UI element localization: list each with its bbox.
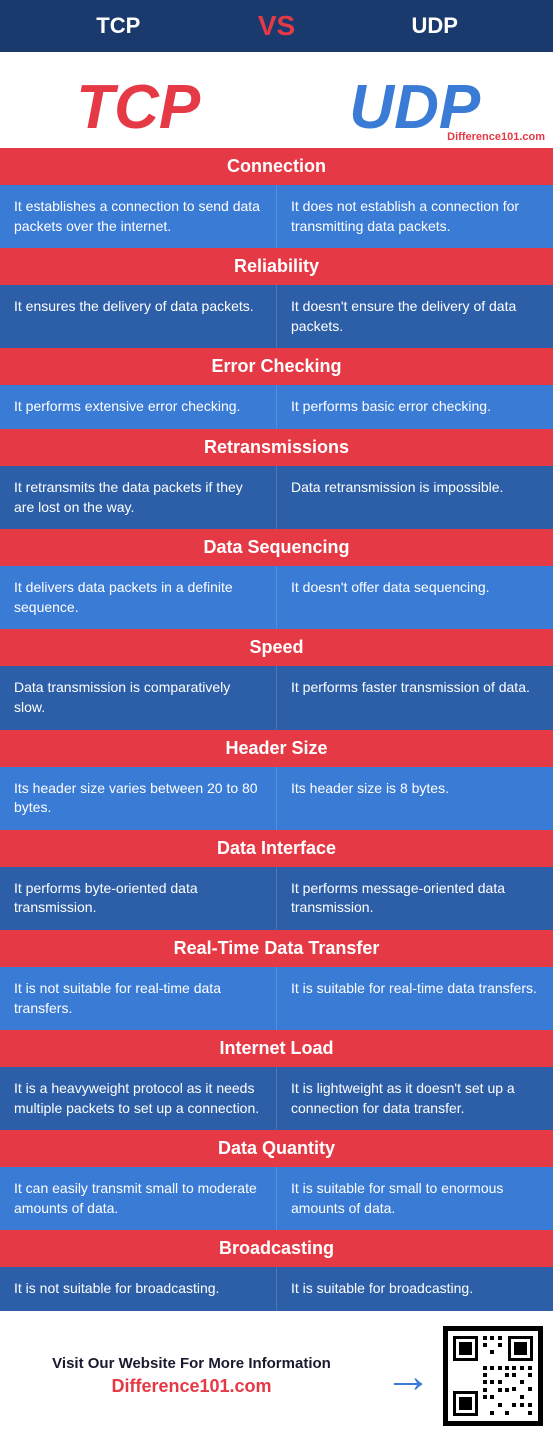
comparison-row-9: It is a heavyweight protocol as it needs… [0, 1067, 553, 1130]
category-header-1: Reliability [0, 248, 553, 285]
comparison-row-8: It is not suitable for real-time data tr… [0, 967, 553, 1030]
category-header-7: Data Interface [0, 830, 553, 867]
title-tcp: TCP [0, 72, 277, 143]
cell-udp-6: Its header size is 8 bytes. [277, 767, 553, 830]
title-section: TCP UDP Difference101.com [0, 52, 553, 148]
category-header-8: Real-Time Data Transfer [0, 930, 553, 967]
category-header-2: Error Checking [0, 348, 553, 385]
cell-udp-7: It performs message-oriented data transm… [277, 867, 553, 930]
cell-tcp-0: It establishes a connection to send data… [0, 185, 277, 248]
arrow-container: → [373, 1349, 443, 1404]
cell-tcp-6: Its header size varies between 20 to 80 … [0, 767, 277, 830]
cell-tcp-9: It is a heavyweight protocol as it needs… [0, 1067, 277, 1130]
category-header-4: Data Sequencing [0, 529, 553, 566]
category-header-6: Header Size [0, 730, 553, 767]
arrow-icon: → [373, 1349, 443, 1404]
category-header-11: Broadcasting [0, 1230, 553, 1267]
watermark-brand: Difference [447, 131, 501, 143]
cell-tcp-7: It performs byte-oriented data transmiss… [0, 867, 277, 930]
cell-tcp-10: It can easily transmit small to moderate… [0, 1167, 277, 1230]
watermark-number: 101 [501, 131, 519, 143]
cell-udp-0: It does not establish a connection for t… [277, 185, 553, 248]
qr-code-container [443, 1326, 543, 1426]
header-tcp-label: TCP [0, 13, 237, 39]
comparison-row-0: It establishes a connection to send data… [0, 185, 553, 248]
category-header-3: Retransmissions [0, 429, 553, 466]
cell-tcp-11: It is not suitable for broadcasting. [0, 1267, 277, 1311]
footer-site-tld: .com [230, 1376, 272, 1396]
header-vs-label: VS [237, 10, 317, 42]
comparison-row-4: It delivers data packets in a definite s… [0, 566, 553, 629]
cell-udp-11: It is suitable for broadcasting. [277, 1267, 553, 1311]
cell-udp-2: It performs basic error checking. [277, 385, 553, 429]
cell-udp-4: It doesn't offer data sequencing. [277, 566, 553, 629]
qr-code [448, 1331, 538, 1421]
header-udp-label: UDP [317, 13, 553, 39]
comparison-row-11: It is not suitable for broadcasting.It i… [0, 1267, 553, 1311]
watermark: Difference101.com [447, 131, 545, 143]
footer-site-name: Difference [111, 1376, 199, 1396]
comparison-row-2: It performs extensive error checking.It … [0, 385, 553, 429]
comparison-row-5: Data transmission is comparatively slow.… [0, 666, 553, 729]
category-header-5: Speed [0, 629, 553, 666]
comparison-row-10: It can easily transmit small to moderate… [0, 1167, 553, 1230]
comparison-row-7: It performs byte-oriented data transmiss… [0, 867, 553, 930]
footer: Visit Our Website For More Information D… [0, 1311, 553, 1441]
footer-text: Visit Our Website For More Information D… [10, 1355, 373, 1397]
cell-udp-1: It doesn't ensure the delivery of data p… [277, 285, 553, 348]
cell-tcp-3: It retransmits the data packets if they … [0, 466, 277, 529]
cell-tcp-2: It performs extensive error checking. [0, 385, 277, 429]
category-header-10: Data Quantity [0, 1130, 553, 1167]
cell-udp-8: It is suitable for real-time data transf… [277, 967, 553, 1030]
cell-udp-10: It is suitable for small to enormous amo… [277, 1167, 553, 1230]
watermark-tld: .com [519, 131, 545, 143]
cell-tcp-4: It delivers data packets in a definite s… [0, 566, 277, 629]
cell-tcp-5: Data transmission is comparatively slow. [0, 666, 277, 729]
footer-visit: Visit Our Website For More Information [10, 1355, 373, 1372]
cell-udp-3: Data retransmission is impossible. [277, 466, 553, 529]
cell-udp-5: It performs faster transmission of data. [277, 666, 553, 729]
comparison-row-3: It retransmits the data packets if they … [0, 466, 553, 529]
footer-site-highlight: 101 [199, 1376, 229, 1396]
comparison-row-1: It ensures the delivery of data packets.… [0, 285, 553, 348]
categories-container: ConnectionIt establishes a connection to… [0, 148, 553, 1311]
cell-udp-9: It is lightweight as it doesn't set up a… [277, 1067, 553, 1130]
cell-tcp-1: It ensures the delivery of data packets. [0, 285, 277, 348]
header: TCP VS UDP [0, 0, 553, 52]
category-header-0: Connection [0, 148, 553, 185]
category-header-9: Internet Load [0, 1030, 553, 1067]
footer-site: Difference101.com [10, 1376, 373, 1397]
cell-tcp-8: It is not suitable for real-time data tr… [0, 967, 277, 1030]
comparison-row-6: Its header size varies between 20 to 80 … [0, 767, 553, 830]
